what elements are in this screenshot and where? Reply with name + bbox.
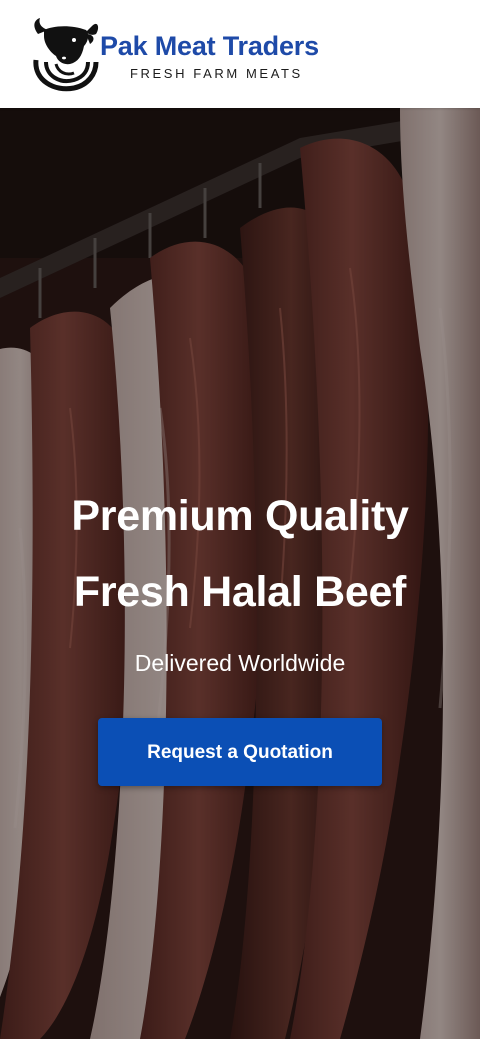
hero-title: Premium Quality Fresh Halal Beef <box>0 478 480 630</box>
hero-section: Premium Quality Fresh Halal Beef Deliver… <box>0 108 480 1039</box>
site-header: Pak Meat Traders FRESH FARM MEATS <box>0 0 480 108</box>
hero-subtitle: Delivered Worldwide <box>134 650 346 676</box>
bull-head-icon <box>30 16 102 92</box>
hero-title-line-2: Fresh Halal Beef <box>73 568 407 616</box>
hero-title-line-1: Premium Quality <box>71 492 409 540</box>
hero-content: Premium Quality Fresh Halal Beef Deliver… <box>0 478 480 786</box>
brand-name: Pak Meat Traders <box>100 31 319 61</box>
logo-link[interactable]: Pak Meat Traders FRESH FARM MEATS <box>30 16 350 94</box>
request-quotation-button[interactable]: Request a Quotation <box>98 718 382 786</box>
brand-tagline: FRESH FARM MEATS <box>130 66 303 81</box>
